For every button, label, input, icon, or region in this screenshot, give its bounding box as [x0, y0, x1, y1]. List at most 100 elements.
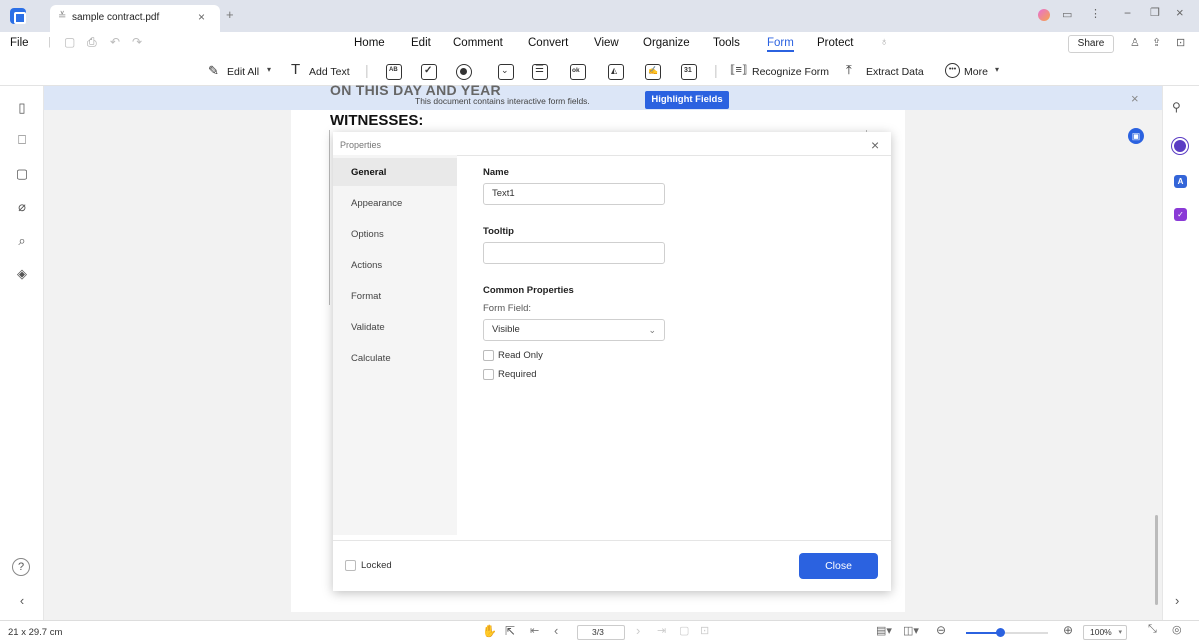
restore-icon[interactable]: ❐ [1150, 6, 1160, 19]
nav-calculate[interactable]: Calculate [351, 353, 391, 364]
highlight-fields-button[interactable]: Highlight Fields [645, 91, 729, 109]
button-tool-icon[interactable]: ok [570, 64, 586, 80]
text-field-icon[interactable]: AB [386, 64, 402, 80]
name-field[interactable]: Text1 [483, 183, 665, 205]
checkbox-tool-icon[interactable]: ✓ [421, 64, 437, 80]
new-tab-icon[interactable]: + [226, 7, 234, 22]
attachment-icon[interactable]: ⌀ [14, 199, 30, 215]
page-layout-icon[interactable]: ▤▾ [876, 624, 892, 637]
page-thumbnail-icon[interactable]: ▯ [14, 100, 30, 116]
translate-icon[interactable]: A [1174, 175, 1187, 188]
hand-tool-icon[interactable]: ✋ [482, 624, 497, 638]
locked-checkbox[interactable] [345, 560, 356, 571]
document-tab[interactable]: ≚ sample contract.pdf × [50, 5, 220, 32]
menu-home[interactable]: Home [354, 37, 385, 49]
edit-all-button[interactable]: Edit All [227, 66, 259, 78]
save-icon[interactable]: ▢ [64, 35, 75, 49]
signature-field-icon[interactable]: ✍ [645, 64, 661, 80]
menu-form[interactable]: Form [767, 37, 794, 52]
zoom-out-icon[interactable]: ⊖ [936, 623, 946, 637]
ai-chat-icon[interactable] [1172, 138, 1188, 154]
form-assistant-icon[interactable]: ▣ [1128, 128, 1144, 144]
window-close-icon[interactable]: × [1176, 5, 1184, 20]
share-button[interactable]: Share [1068, 35, 1114, 53]
zoom-level-value: 100% [1090, 627, 1112, 637]
next-page-icon[interactable]: › [636, 623, 640, 638]
recognize-form-button[interactable]: Recognize Form [752, 66, 829, 78]
collapse-right-icon[interactable]: › [1175, 593, 1179, 608]
people-icon[interactable]: ♙ [1130, 36, 1140, 49]
menu-view[interactable]: View [594, 37, 619, 49]
comment-icon[interactable]: ▢ [14, 166, 30, 182]
dropdown-tool-icon[interactable]: ⌄ [498, 64, 514, 80]
dialog-close-icon[interactable]: × [871, 137, 879, 153]
banner-close-icon[interactable]: × [1131, 91, 1139, 106]
options-icon[interactable]: ⋮ [1090, 7, 1101, 20]
fullscreen-icon[interactable]: ⤡ [1148, 623, 1157, 636]
nav-format[interactable]: Format [351, 291, 381, 302]
nav-options[interactable]: Options [351, 229, 384, 240]
toolbar-separator: | [365, 62, 369, 78]
date-field-icon[interactable]: 31 [681, 64, 697, 80]
ai-assistant-icon[interactable] [1038, 9, 1050, 21]
read-only-checkbox[interactable] [483, 350, 494, 361]
image-field-icon[interactable]: ◭ [608, 64, 624, 80]
cloud-upload-icon[interactable]: ⇪ [1152, 36, 1161, 49]
fit-page-icon[interactable]: ⊡ [700, 624, 709, 637]
first-page-icon[interactable]: ⇤ [530, 624, 539, 637]
menu-comment[interactable]: Comment [453, 37, 503, 49]
menu-organize[interactable]: Organize [643, 37, 690, 49]
search-icon[interactable]: ⌕ [14, 233, 30, 249]
menu-edit[interactable]: Edit [411, 37, 431, 49]
toolbar-separator: | [48, 36, 51, 48]
close-button[interactable]: Close [799, 553, 878, 579]
radio-button-tool-icon[interactable] [456, 64, 472, 80]
form-field-value: Visible [492, 324, 520, 335]
nav-validate[interactable]: Validate [351, 322, 385, 333]
undo-icon[interactable]: ↶ [110, 35, 120, 49]
zoom-in-icon[interactable]: ⊕ [1063, 623, 1073, 637]
lightbulb-icon[interactable]: ♁ [880, 36, 888, 48]
bookmark-icon[interactable]: ⎕ [14, 132, 30, 148]
menu-convert[interactable]: Convert [528, 37, 568, 49]
more-icon: ••• [945, 63, 960, 78]
check-task-icon[interactable]: ✓ [1174, 208, 1187, 221]
redo-icon[interactable]: ↷ [132, 35, 142, 49]
collapse-left-icon[interactable]: ‹ [14, 593, 30, 608]
more-button[interactable]: More [964, 66, 988, 78]
properties-panel-icon[interactable]: ⚲ [1172, 100, 1181, 114]
zoom-level-select[interactable]: 100% ▾ [1083, 625, 1127, 640]
view-mode-icon[interactable]: ◫▾ [903, 624, 919, 637]
help-icon[interactable]: ? [12, 558, 30, 576]
add-text-button[interactable]: Add Text [309, 66, 350, 78]
minimize-icon[interactable]: − [1124, 6, 1131, 20]
page-number-input[interactable]: 3/3 [577, 625, 625, 640]
layers-icon[interactable]: ◈ [14, 266, 30, 282]
nav-general[interactable]: General [351, 167, 386, 178]
form-fields-banner [44, 86, 1162, 110]
menu-file[interactable]: File [10, 37, 29, 49]
nav-appearance[interactable]: Appearance [351, 198, 402, 209]
toolbar-separator: | [714, 62, 718, 78]
tab-close-icon[interactable]: × [198, 10, 205, 24]
single-page-icon[interactable]: ▢ [679, 624, 689, 637]
extract-data-button[interactable]: Extract Data [866, 66, 924, 78]
nav-actions[interactable]: Actions [351, 260, 382, 271]
tooltip-field[interactable] [483, 242, 665, 264]
zoom-slider-handle[interactable] [996, 628, 1005, 637]
required-checkbox[interactable] [483, 369, 494, 380]
print-icon[interactable]: ⎙ [87, 35, 97, 50]
form-field-select[interactable]: Visible ⌄ [483, 319, 665, 341]
list-box-tool-icon[interactable]: ☰ [532, 64, 548, 80]
tab-pin-icon: ≚ [58, 11, 67, 22]
menu-protect[interactable]: Protect [817, 37, 853, 49]
last-page-icon[interactable]: ⇥ [657, 624, 666, 637]
eye-comfort-icon[interactable]: ◎ [1172, 623, 1182, 636]
expand-icon[interactable]: ⊡ [1176, 36, 1185, 49]
menu-tools[interactable]: Tools [713, 37, 740, 49]
vertical-scrollbar[interactable] [1155, 515, 1158, 605]
message-icon[interactable]: ▭ [1062, 8, 1072, 21]
banner-message: This document contains interactive form … [415, 96, 590, 106]
select-tool-icon[interactable]: ⇱ [505, 624, 515, 638]
previous-page-icon[interactable]: ‹ [554, 623, 558, 638]
